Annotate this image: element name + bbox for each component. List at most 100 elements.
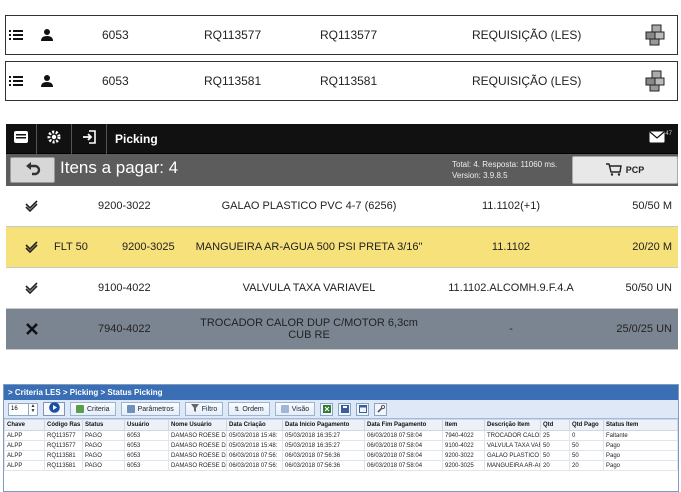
parameters-icon <box>126 405 135 413</box>
table-cell: ALPP <box>4 450 45 461</box>
table-cell: 20 <box>540 460 570 471</box>
login-button[interactable] <box>72 124 106 154</box>
list-icon[interactable] <box>9 16 27 54</box>
pick-item-description: MANGUEIRA AR-AGUA 500 PSI PRETA 3/16" <box>195 241 423 253</box>
boxes-icon[interactable] <box>644 16 668 54</box>
table-cell: 50 <box>540 440 570 451</box>
column-header[interactable]: Data Fim Pagamento <box>364 419 443 431</box>
pick-item-description: GALAO PLASTICO PVC 4-7 (6256) <box>221 200 397 212</box>
settings-button[interactable] <box>37 124 71 154</box>
table-cell: 6053 <box>124 460 169 471</box>
table-row[interactable]: ALPP RQ113577 PAGO 6053 DAMASO ROESE DA 05/03… <box>4 440 678 451</box>
column-header[interactable]: Status <box>82 419 125 431</box>
table-cell: PAGO <box>82 460 125 471</box>
requisition-type: REQUISIÇÃO (LES) <box>472 74 582 88</box>
table-cell: 05/03/2018 16:35:27 <box>282 440 365 451</box>
check-icon[interactable] <box>24 186 40 226</box>
pick-item-reference: 11.1102 <box>491 241 531 253</box>
table-row[interactable]: ALPP RQ113581 PAGO 6053 DAMASO ROESE DA 06/03… <box>4 460 678 471</box>
column-header[interactable]: Código Ras <box>44 419 83 431</box>
table-cell: MANGUEIRA AR-AGUA <box>484 460 541 471</box>
run-button[interactable] <box>43 402 65 416</box>
table-cell: 0 <box>569 430 604 441</box>
requisition-code: RQ113577 <box>204 28 262 42</box>
table-cell: 06/03/2018 07:56:36 <box>282 450 365 461</box>
picking-app: Picking 47 Itens a pagar: 4 Total: 4. Re… <box>6 124 678 364</box>
check-icon[interactable] <box>24 227 40 267</box>
requisition-row[interactable]: 6053 RQ113577 RQ113577 REQUISIÇÃO (LES) <box>5 15 678 55</box>
column-header[interactable]: Descrição Item <box>484 419 541 431</box>
table-cell: 9200-3022 <box>442 450 485 461</box>
pick-item-row[interactable]: 7940-4022 TROCADOR CALOR DUP C/MOTOR 6,3… <box>6 309 678 350</box>
requisition-code-secondary: RQ113577 <box>320 28 378 42</box>
menu-button[interactable] <box>6 124 36 154</box>
tools-button[interactable] <box>374 400 388 418</box>
status-picking-table: Chave Código Ras Status Usuário Nome Usu… <box>4 419 678 471</box>
table-cell: DAMASO ROESE DA <box>168 440 227 451</box>
save-button[interactable] <box>338 400 352 418</box>
pick-item-quantity: 25/0/25 UN <box>616 323 672 335</box>
mail-count: 47 <box>665 131 672 137</box>
table-cell: 6053 <box>124 430 169 441</box>
requisition-code-secondary: RQ113581 <box>320 74 378 88</box>
parameters-label: Parâmetros <box>137 405 174 413</box>
table-cell: DAMASO ROESE DA <box>168 450 227 461</box>
column-header[interactable]: Qtd Pago <box>569 419 604 431</box>
column-header[interactable]: Qtd <box>540 419 570 431</box>
pick-item-code: 9100-4022 <box>98 282 151 294</box>
order-button[interactable]: ⇅ Ordem <box>228 402 270 416</box>
pick-item-quantity: 20/20 M <box>632 241 672 253</box>
requisition-row[interactable]: 6053 RQ113581 RQ113581 REQUISIÇÃO (LES) <box>5 61 678 101</box>
boxes-icon[interactable] <box>644 62 668 100</box>
save-icon <box>340 400 349 418</box>
column-header[interactable]: Status Item <box>603 419 678 431</box>
table-cell: 06/03/2018 07:56: <box>226 460 283 471</box>
table-cell: GALAO PLASTICO PV <box>484 450 541 461</box>
table-cell: 50 <box>569 450 604 461</box>
table-cell: Pago <box>603 450 678 461</box>
stepper-arrows-icon[interactable]: ▲ ▼ <box>28 403 37 415</box>
pick-item-row[interactable]: 9200-3022 GALAO PLASTICO PVC 4-7 (6256) … <box>6 186 678 227</box>
menu-icon <box>14 131 28 146</box>
page-size-stepper[interactable]: 16 ▲ ▼ <box>8 402 38 416</box>
export-excel-button[interactable] <box>320 402 334 416</box>
pick-item-code: 9200-3022 <box>98 200 151 212</box>
filter-button[interactable]: Filtro <box>184 402 224 416</box>
table-cell: 50 <box>540 450 570 461</box>
filter-icon <box>190 404 199 414</box>
table-cell: VALVULA TAXA VARI <box>484 440 541 451</box>
column-header[interactable]: Chave <box>4 419 45 431</box>
list-icon[interactable] <box>9 62 27 100</box>
back-button[interactable] <box>10 157 55 183</box>
check-icon[interactable] <box>24 268 40 308</box>
column-header[interactable]: Data Inicio Pagamento <box>282 419 365 431</box>
parameters-button[interactable]: Parâmetros <box>120 402 180 416</box>
window-button[interactable] <box>356 402 370 416</box>
pick-item-reference: - <box>509 323 513 335</box>
criteria-button[interactable]: Criteria <box>70 402 116 416</box>
table-row[interactable]: ALPP RQ113577 PAGO 6053 DAMASO ROESE DA 05/03… <box>4 430 678 441</box>
view-button[interactable]: Visão <box>274 402 316 416</box>
table-cell: 06/03/2018 07:58:04 <box>364 450 443 461</box>
pcp-button[interactable]: PCP <box>572 156 678 184</box>
messages-button[interactable]: 47 <box>649 131 672 145</box>
table-row[interactable]: ALPP RQ113581 PAGO 6053 DAMASO ROESE DA 06/03… <box>4 450 678 461</box>
column-header[interactable]: Usuário <box>124 419 169 431</box>
pick-item-row[interactable]: FLT 50 9200-3025 MANGUEIRA AR-AGUA 500 P… <box>6 227 678 268</box>
wrench-icon <box>377 400 385 418</box>
requisition-type: REQUISIÇÃO (LES) <box>472 28 582 42</box>
column-header[interactable]: Data Criação <box>226 419 283 431</box>
table-cell: 7940-4022 <box>442 430 485 441</box>
table-cell: ALPP <box>4 430 45 441</box>
table-cell: TROCADOR CALOR D <box>484 430 541 441</box>
column-header[interactable]: Nome Usuário <box>168 419 227 431</box>
table-cell: 05/03/2018 15:48: <box>226 440 283 451</box>
cart-icon <box>605 162 622 178</box>
column-header[interactable]: Item <box>442 419 485 431</box>
pick-item-quantity: 50/50 UN <box>625 282 672 294</box>
close-icon[interactable] <box>24 309 40 349</box>
table-cell: RQ113577 <box>44 430 83 441</box>
pick-item-quantity: 50/50 M <box>632 200 672 212</box>
pick-item-row[interactable]: 9100-4022 VALVULA TAXA VARIAVEL 11.1102.… <box>6 268 678 309</box>
table-cell: 6053 <box>124 440 169 451</box>
